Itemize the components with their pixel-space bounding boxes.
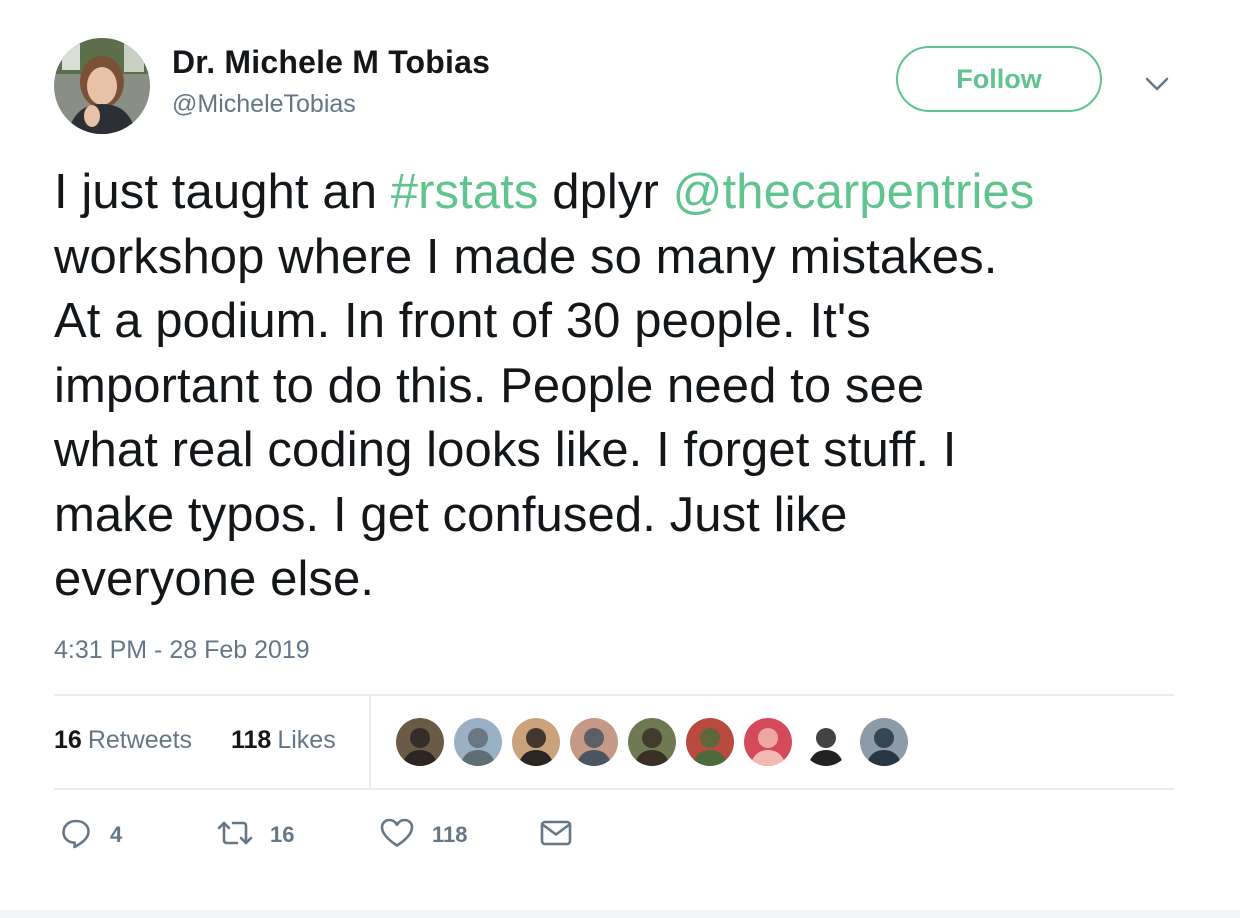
follow-button[interactable]: Follow (896, 46, 1102, 112)
envelope-icon (540, 819, 572, 852)
likes-stat[interactable]: 118 Likes (231, 726, 336, 755)
retweet-icon (216, 818, 254, 853)
tweet-text-segment: At a podium. In front of 30 people. It's (54, 294, 871, 348)
tweet-line: workshop where I made so many mistakes. (54, 225, 1184, 290)
tweet-timestamp[interactable]: 4:31 PM - 28 Feb 2019 (54, 636, 310, 665)
retweets-label: Retweets (87, 726, 193, 754)
tweet-text: I just taught an #rstats dplyr @thecarpe… (54, 160, 1184, 612)
author-display-name[interactable]: Dr. Michele M Tobias (172, 44, 490, 81)
direct-message-button[interactable] (540, 818, 572, 852)
divider (54, 788, 1174, 790)
tweet-line: make typos. I get confused. Just like (54, 483, 1184, 548)
liker-avatar-8[interactable] (802, 718, 850, 766)
tweet-line: I just taught an #rstats dplyr @thecarpe… (54, 160, 1184, 225)
liker-avatar-9[interactable] (860, 718, 908, 766)
author-handle[interactable]: @MicheleTobias (172, 90, 356, 119)
retweet-count: 16 (270, 822, 295, 847)
liker-avatar-2[interactable] (454, 718, 502, 766)
tweet-line: At a podium. In front of 30 people. It's (54, 289, 1184, 354)
like-button[interactable]: 118 (380, 818, 468, 852)
hashtag-link[interactable]: #rstats (391, 165, 539, 219)
divider-vertical (369, 696, 371, 788)
tweet-text-segment: workshop where I made so many mistakes. (54, 229, 998, 284)
tweet-text-segment: make typos. I get confused. Just like (54, 487, 848, 542)
tweet-text-segment: important to do this. People need to see (54, 358, 925, 413)
tweet-line: important to do this. People need to see (54, 354, 1184, 419)
chevron-down-icon[interactable] (1144, 74, 1170, 94)
author-avatar[interactable] (54, 38, 150, 134)
retweets-stat[interactable]: 16 Retweets (54, 726, 192, 755)
mention-link[interactable]: @thecarpentries (673, 165, 1035, 219)
liker-avatar-7[interactable] (744, 718, 792, 766)
retweet-button[interactable]: 16 (216, 818, 294, 852)
tweet-text-segment: everyone else. (54, 552, 375, 606)
likes-count: 118 (231, 726, 272, 754)
reply-button[interactable]: 4 (60, 818, 122, 852)
tweet-text-segment: dplyr (538, 165, 673, 219)
retweets-count: 16 (54, 726, 82, 754)
reply-icon (60, 817, 92, 854)
likes-label: Likes (277, 726, 336, 754)
tweet-line: everyone else. (54, 547, 1184, 612)
heart-icon (380, 818, 414, 853)
tweet-line: what real coding looks like. I forget st… (54, 418, 1184, 483)
tweet-text-segment: I just taught an (54, 165, 391, 219)
liker-avatar-3[interactable] (512, 718, 560, 766)
tweet-text-segment: what real coding looks like. I forget st… (54, 423, 957, 477)
liker-avatar-6[interactable] (686, 718, 734, 766)
divider (54, 694, 1174, 696)
liker-avatar-4[interactable] (570, 718, 618, 766)
liker-avatar-1[interactable] (396, 718, 444, 766)
liker-avatar-5[interactable] (628, 718, 676, 766)
reply-count: 4 (110, 822, 123, 847)
like-count: 118 (432, 822, 468, 847)
footer-strip (0, 910, 1240, 918)
